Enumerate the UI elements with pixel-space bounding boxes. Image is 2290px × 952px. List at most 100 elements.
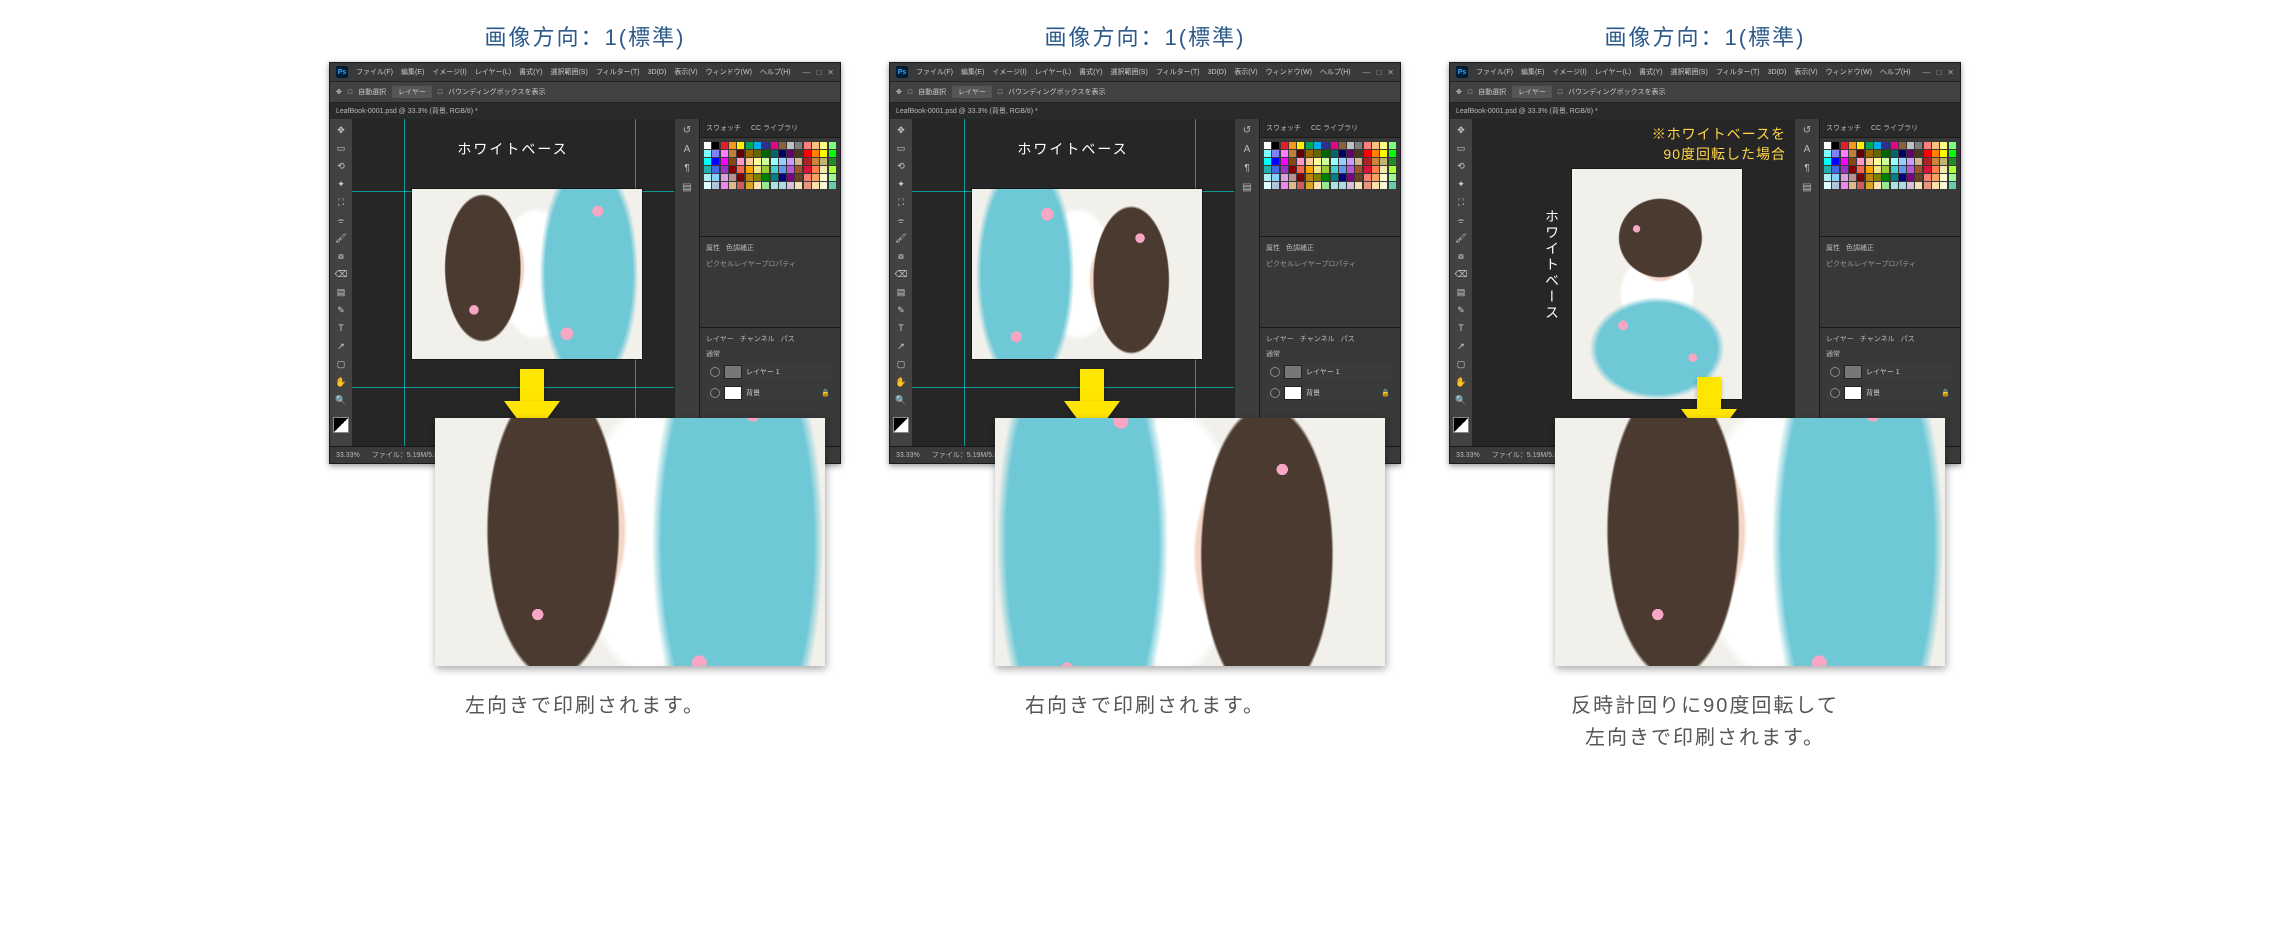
swatch-color[interactable] [779,182,786,189]
swatch-color[interactable] [754,166,761,173]
swatch-color[interactable] [1331,182,1338,189]
fgbg-swatch-icon[interactable] [893,417,909,433]
swatch-color[interactable] [1857,174,1864,181]
swatch-color[interactable] [1364,150,1371,157]
swatch-color[interactable] [1949,158,1956,165]
opt-layer-select[interactable]: レイヤー [1512,86,1552,98]
swatch-color[interactable] [704,174,711,181]
swatch-color[interactable] [1841,158,1848,165]
move-tool-icon[interactable]: ✥ [1454,123,1468,137]
hand-tool-icon[interactable]: ✋ [894,375,908,389]
swatch-color[interactable] [1915,150,1922,157]
swatch-color[interactable] [754,142,761,149]
visibility-icon[interactable] [710,367,720,377]
swatch-color[interactable] [1866,142,1873,149]
swatch-color[interactable] [1907,166,1914,173]
swatch-color[interactable] [1891,150,1898,157]
swatch-color[interactable] [1949,174,1956,181]
swatch-color[interactable] [712,182,719,189]
swatch-color[interactable] [1940,174,1947,181]
swatch-color[interactable] [1932,150,1939,157]
swatch-color[interactable] [795,142,802,149]
swatch-color[interactable] [1932,166,1939,173]
swatch-color[interactable] [712,174,719,181]
canvas-area[interactable]: ※ホワイトベースを90度回転した場合 ホワイトベース [1472,119,1794,446]
canvas-area[interactable]: ホワイトベース [912,119,1234,446]
swatches-panel[interactable] [1260,138,1400,236]
history-icon[interactable]: ↺ [1803,125,1811,136]
swatch-color[interactable] [1857,150,1864,157]
swatch-color[interactable] [787,158,794,165]
move-tool-icon[interactable]: ✥ [894,123,908,137]
paragraph-icon[interactable]: ¶ [1804,163,1809,174]
eraser-tool-icon[interactable]: ⌫ [1454,267,1468,281]
swatch-color[interactable] [1899,174,1906,181]
text-style-icon[interactable]: A [684,144,691,155]
close-icon[interactable]: ✕ [1387,68,1394,77]
swatch-color[interactable] [1857,166,1864,173]
swatch-color[interactable] [1915,174,1922,181]
swatch-color[interactable] [1924,182,1931,189]
swatch-color[interactable] [804,158,811,165]
shape-tool-icon[interactable]: ▢ [894,357,908,371]
menu-3d[interactable]: 3D(D) [1768,69,1787,76]
swatch-color[interactable] [704,158,711,165]
swatch-color[interactable] [721,174,728,181]
channels-tab[interactable]: チャンネル [740,334,775,344]
pen-tool-icon[interactable]: ✎ [894,303,908,317]
swatch-color[interactable] [1832,182,1839,189]
opt-autoselect[interactable]: 自動選択 [358,87,386,97]
glyphs-icon[interactable]: ▤ [682,182,691,193]
swatch-color[interactable] [1347,182,1354,189]
swatch-color[interactable] [1824,174,1831,181]
swatch-color[interactable] [1372,174,1379,181]
swatch-color[interactable] [1849,182,1856,189]
swatch-color[interactable] [729,142,736,149]
swatch-color[interactable] [746,166,753,173]
swatch-color[interactable] [754,174,761,181]
swatch-color[interactable] [779,142,786,149]
wand-tool-icon[interactable]: ✦ [334,177,348,191]
layers-tab[interactable]: レイヤー [1826,334,1854,344]
swatch-color[interactable] [1940,142,1947,149]
eyedropper-tool-icon[interactable]: ⌯ [1454,213,1468,227]
menu-type[interactable]: 書式(Y) [1639,67,1662,77]
swatch-color[interactable] [1849,158,1856,165]
swatch-color[interactable] [1289,174,1296,181]
menu-select[interactable]: 選択範囲(S) [1110,67,1147,77]
swatch-color[interactable] [1264,182,1271,189]
swatch-color[interactable] [1347,150,1354,157]
paths-tab[interactable]: パス [1341,334,1355,344]
swatch-color[interactable] [1364,142,1371,149]
swatch-color[interactable] [1824,142,1831,149]
menu-image[interactable]: イメージ(I) [432,67,466,77]
swatch-color[interactable] [1339,174,1346,181]
swatch-color[interactable] [1924,142,1931,149]
swatch-color[interactable] [1347,142,1354,149]
swatch-color[interactable] [712,166,719,173]
swatch-color[interactable] [737,150,744,157]
swatch-tab[interactable]: スウォッチ [1826,123,1861,133]
swatch-color[interactable] [1331,174,1338,181]
swatch-color[interactable] [1866,158,1873,165]
swatch-color[interactable] [1899,142,1906,149]
swatch-color[interactable] [1849,150,1856,157]
swatch-color[interactable] [721,166,728,173]
document-tab[interactable]: LeafBook-0001.psd @ 33.3% (背景, RGB/8) * [890,103,1400,119]
swatch-color[interactable] [712,150,719,157]
swatch-tab[interactable]: スウォッチ [1266,123,1301,133]
menu-file[interactable]: ファイル(F) [356,67,393,77]
swatch-color[interactable] [1297,142,1304,149]
swatch-color[interactable] [1857,142,1864,149]
swatch-color[interactable] [1915,182,1922,189]
menu-layer[interactable]: レイヤー(L) [475,67,511,77]
swatch-color[interactable] [1355,166,1362,173]
swatch-color[interactable] [704,182,711,189]
swatch-color[interactable] [829,166,836,173]
swatch-color[interactable] [1314,166,1321,173]
properties-tab[interactable]: 属性 [1266,243,1280,253]
swatch-color[interactable] [1389,142,1396,149]
swatch-color[interactable] [1874,166,1881,173]
swatch-color[interactable] [721,150,728,157]
swatch-color[interactable] [762,158,769,165]
